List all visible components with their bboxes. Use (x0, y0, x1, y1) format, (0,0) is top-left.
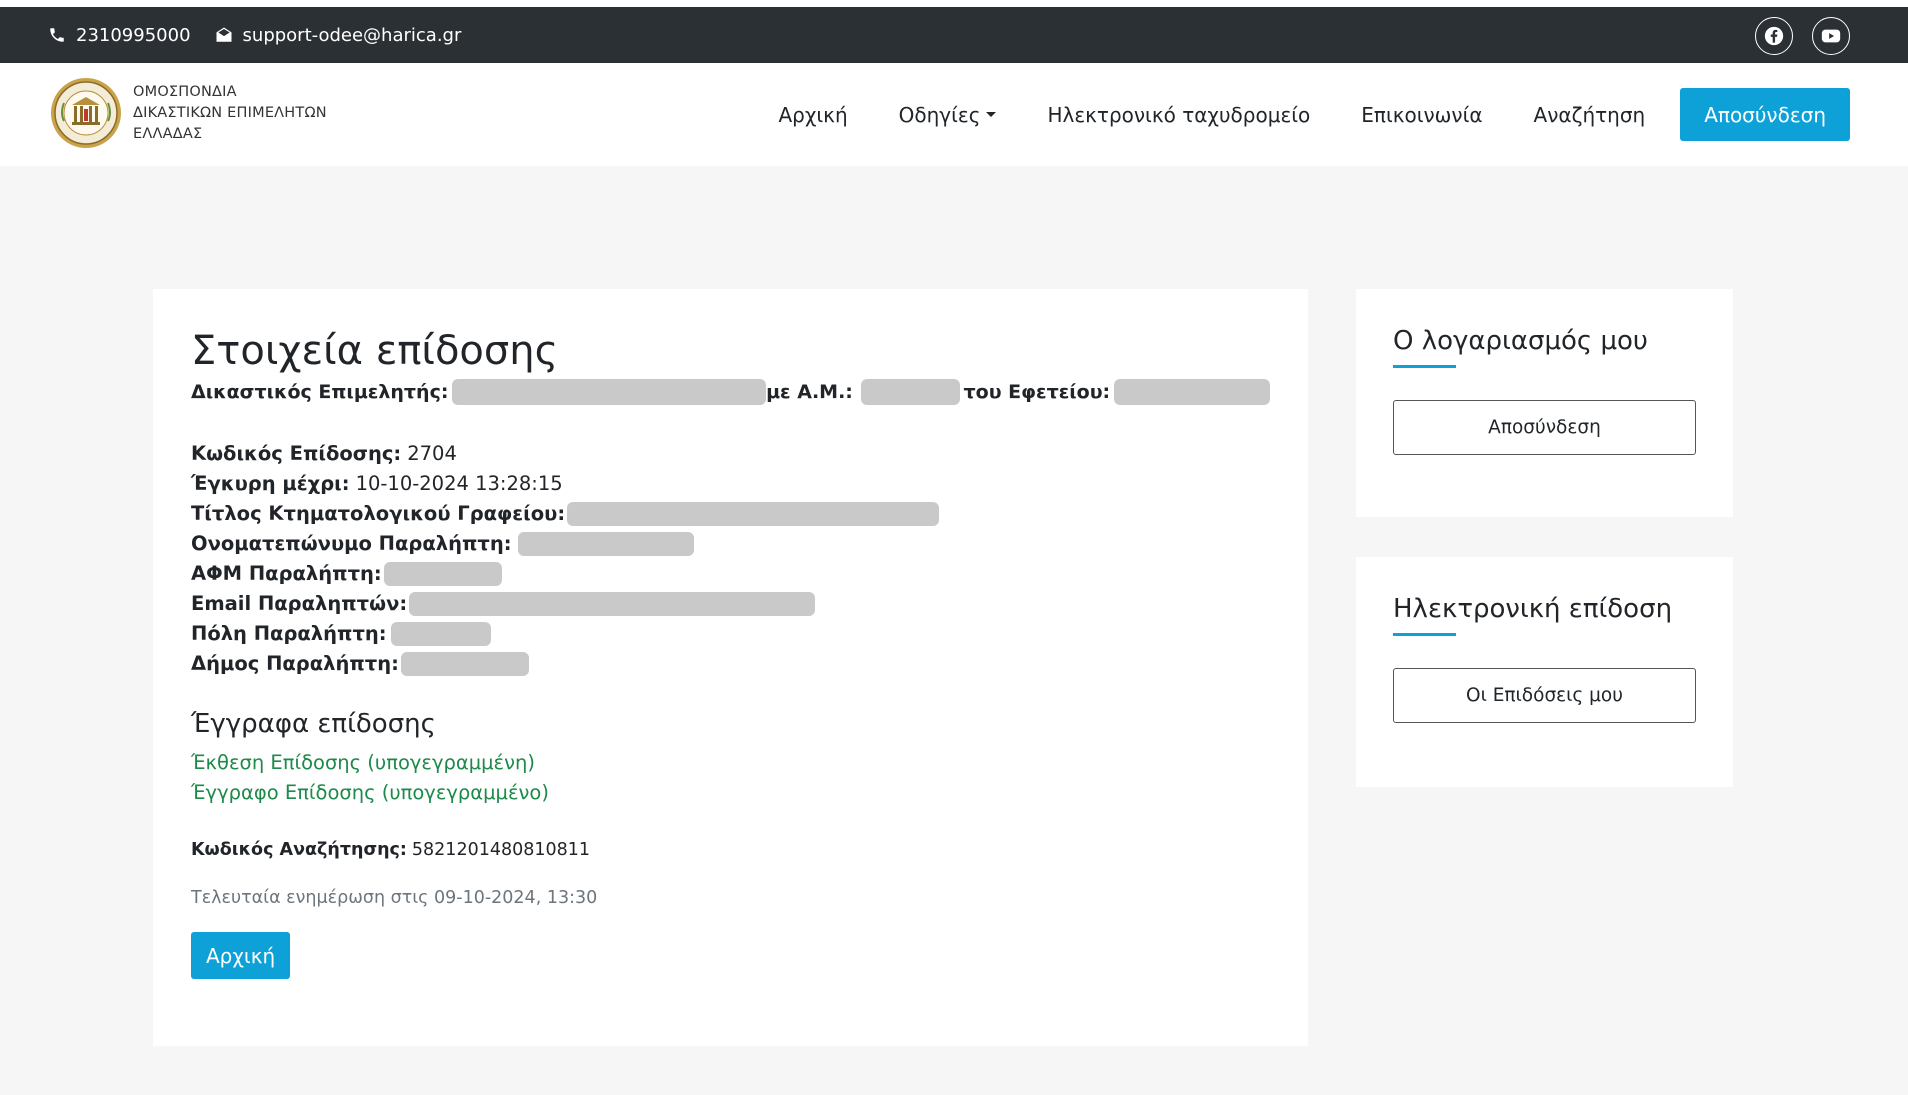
nav-home[interactable]: Αρχική (778, 103, 847, 127)
logout-button[interactable]: Αποσύνδεση (1680, 88, 1850, 141)
field-valid-until: Έγκυρη μέχρι: 10-10-2024 13:28:15 (191, 469, 1270, 499)
field-recipient-city: Πόλη Παραλήπτη: (191, 619, 1270, 649)
redacted-value (390, 622, 491, 646)
officer-line: Δικαστικός Επιμελητής: με Α.Μ.: του Εφετ… (191, 379, 1270, 405)
nav-instructions-dropdown[interactable]: Οδηγίες (899, 103, 997, 127)
top-contact-bar: 2310995000 support-odee@harica.gr (0, 7, 1908, 63)
phone-contact[interactable]: 2310995000 (48, 25, 191, 46)
field-label: Έγκυρη μέχρι: (191, 472, 350, 495)
redacted-value (383, 562, 502, 586)
facebook-link[interactable] (1755, 17, 1793, 55)
redacted-value (567, 502, 940, 526)
search-code-label: Κωδικός Αναζήτησης: (191, 840, 407, 860)
field-label: Κωδικός Επίδοσης: (191, 442, 402, 465)
documents-list: Έκθεση Επίδοσης (υπογεγραμμένη) Έγγραφο … (191, 748, 1270, 808)
facebook-icon (1764, 26, 1784, 46)
page-title: Στοιχεία επίδοσης (191, 328, 559, 374)
redacted-value (517, 532, 694, 556)
field-recipient-vat: ΑΦΜ Παραλήπτη: (191, 559, 1270, 589)
brand-name[interactable]: ΟΜΟΣΠΟΝΔΙΑ ΔΙΚΑΣΤΙΚΩΝ ΕΠΙΜΕΛΗΤΩΝ ΕΛΛΑΔΑΣ (133, 82, 327, 145)
page-content: Στοιχεία επίδοσης Δικαστικός Επιμελητής:… (0, 166, 1908, 1095)
service-details-card: Στοιχεία επίδοσης Δικαστικός Επιμελητής:… (153, 289, 1308, 1046)
am-label: με Α.Μ.: (766, 381, 853, 403)
sidebar-logout-button[interactable]: Αποσύνδεση (1393, 400, 1696, 455)
field-value: 10-10-2024 13:28:15 (355, 472, 563, 495)
redacted-officer-name (452, 379, 767, 405)
field-service-code: Κωδικός Επίδοσης: 2704 (191, 439, 1270, 469)
support-email: support-odee@harica.gr (242, 24, 462, 46)
field-label: Email Παραληπτών: (191, 592, 408, 615)
eservice-card-title: Ηλεκτρονική επίδοση (1393, 594, 1673, 624)
service-report-link[interactable]: Έκθεση Επίδοσης (υπογεγραμμένη) (191, 748, 1270, 778)
field-label: Τίτλος Κτηματολογικού Γραφείου: (191, 502, 566, 525)
redacted-am-number (860, 379, 960, 405)
field-recipient-name: Ονοματεπώνυμο Παραλήπτη: (191, 529, 1270, 559)
field-value: 2704 (407, 442, 457, 465)
contact-info: 2310995000 support-odee@harica.gr (48, 7, 485, 63)
field-label: Δήμος Παραλήπτη: (191, 652, 399, 675)
youtube-link[interactable] (1812, 17, 1850, 55)
account-card-title: Ο λογαριασμός μου (1393, 326, 1648, 356)
service-document-link[interactable]: Έγγραφο Επίδοσης (υπογεγραμμένο) (191, 778, 1270, 808)
nav-email[interactable]: Ηλεκτρονικό ταχυδρομείο (1047, 103, 1310, 127)
my-services-button[interactable]: Οι Επιδόσεις μου (1393, 668, 1696, 723)
documents-heading: Έγγραφα επίδοσης (191, 709, 436, 739)
home-button[interactable]: Αρχική (191, 932, 291, 979)
eservice-card: Ηλεκτρονική επίδοση Οι Επιδόσεις μου (1356, 557, 1733, 787)
field-label: Πόλη Παραλήπτη: (191, 622, 387, 645)
redacted-value (400, 652, 529, 676)
search-code: Κωδικός Αναζήτησης: 5821201480810811 (191, 836, 1270, 864)
caret-down-icon (986, 112, 997, 117)
nav-menu: Αρχική Οδηγίες Ηλεκτρονικό ταχυδρομείο Ε… (727, 88, 1850, 141)
brand-line-2: ΔΙΚΑΣΤΙΚΩΝ ΕΠΙΜΕΛΗΤΩΝ (133, 105, 327, 121)
court-label: του Εφετείου: (963, 381, 1111, 403)
search-code-value: 5821201480810811 (411, 840, 591, 860)
nav-search[interactable]: Αναζήτηση (1534, 103, 1646, 127)
title-underline (1393, 365, 1456, 368)
account-card: Ο λογαριασμός μου Αποσύνδεση (1356, 289, 1733, 517)
officer-label: Δικαστικός Επιμελητής: (191, 381, 449, 403)
brand-line-1: ΟΜΟΣΠΟΝΔΙΑ (133, 84, 237, 100)
title-underline (1393, 633, 1456, 636)
phone-icon (50, 28, 64, 42)
field-recipient-emails: Email Παραληπτών: (191, 589, 1270, 619)
field-recipient-municipality: Δήμος Παραλήπτη: (191, 649, 1270, 679)
redacted-value (409, 592, 816, 616)
redacted-court-name (1114, 379, 1270, 405)
service-fields: Κωδικός Επίδοσης: 2704 Έγκυρη μέχρι: 10-… (191, 439, 1270, 679)
field-label: ΑΦΜ Παραλήπτη: (191, 562, 382, 585)
youtube-icon (1821, 29, 1841, 43)
last-updated-text: Τελευταία ενημέρωση στις 09-10-2024, 13:… (191, 888, 598, 908)
nav-contact[interactable]: Επικοινωνία (1361, 103, 1482, 127)
field-land-registry-title: Τίτλος Κτηματολογικού Γραφείου: (191, 499, 1270, 529)
email-contact[interactable]: support-odee@harica.gr (215, 24, 462, 46)
federation-logo[interactable] (50, 77, 122, 149)
main-navbar: ΟΜΟΣΠΟΝΔΙΑ ΔΙΚΑΣΤΙΚΩΝ ΕΠΙΜΕΛΗΤΩΝ ΕΛΛΑΔΑΣ… (0, 63, 1908, 166)
phone-number: 2310995000 (76, 24, 191, 46)
social-links (1736, 17, 1850, 55)
brand-line-3: ΕΛΛΑΔΑΣ (133, 126, 203, 142)
nav-instructions-label: Οδηγίες (898, 102, 981, 127)
field-label: Ονοματεπώνυμο Παραλήπτη: (191, 532, 512, 555)
envelope-open-icon (216, 27, 232, 42)
